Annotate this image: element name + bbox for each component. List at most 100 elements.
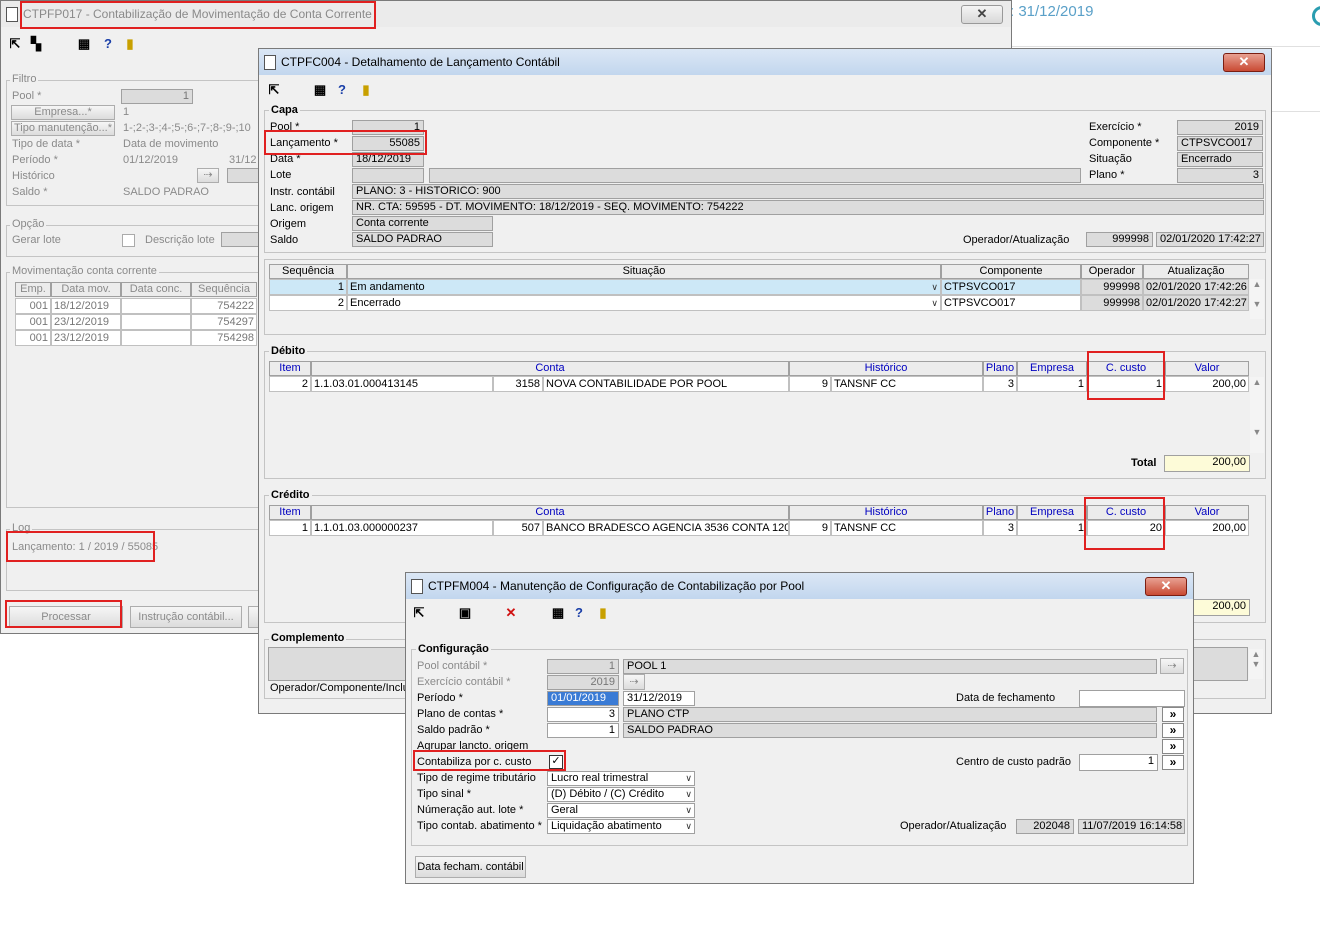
window-ctpfm004-titlebar[interactable]: CTPFM004 - Manutenção de Configuração de… [406, 573, 1193, 599]
pool-lookup-button[interactable]: ⇢ [1160, 658, 1184, 674]
table-cell[interactable]: 20 [1087, 520, 1165, 536]
regime-select[interactable]: Lucro real trimestral ∨ [547, 771, 695, 786]
close-button[interactable]: ✕ [1223, 53, 1265, 72]
window-ctpfc004-titlebar[interactable]: CTPFC004 - Detalhamento de Lançamento Co… [259, 49, 1271, 75]
door-icon[interactable]: ▮ [359, 83, 373, 97]
ledger-header[interactable]: Conta [311, 361, 789, 376]
save-icon[interactable]: ▣ [458, 606, 472, 620]
table-cell[interactable]: 999998 [1081, 279, 1143, 295]
sit-header-sequencia[interactable]: Sequência [269, 264, 347, 279]
table-cell[interactable]: 23/12/2019 [51, 330, 121, 346]
historico-lookup-button[interactable]: ⇢ [197, 168, 219, 183]
table-cell[interactable] [121, 314, 191, 330]
saldo-input[interactable]: SALDO PADRAO [352, 232, 493, 247]
close-button[interactable]: ✕ [961, 5, 1003, 24]
operador-input[interactable]: 202048 [1016, 819, 1074, 834]
table-cell[interactable]: 3 [983, 520, 1017, 536]
table-cell[interactable]: 9 [789, 520, 831, 536]
table-cell[interactable]: 1 [269, 520, 311, 536]
table-cell[interactable]: 2 [269, 295, 347, 311]
table-cell[interactable]: 23/12/2019 [51, 314, 121, 330]
situacao-input[interactable]: Encerrado [1177, 152, 1263, 167]
table-cell[interactable]: 9 [789, 376, 831, 392]
lanc-origem-input[interactable]: NR. CTA: 59595 - DT. MOVIMENTO: 18/12/20… [352, 200, 1264, 215]
pool-contabil-input[interactable]: 1 [547, 659, 619, 674]
table-cell[interactable]: 18/12/2019 [51, 298, 121, 314]
descricao-lote-input[interactable] [221, 232, 261, 247]
agrupar-lookup-button[interactable]: » [1162, 739, 1184, 754]
sinal-select[interactable]: (D) Débito / (C) Crédito ∨ [547, 787, 695, 802]
door-icon[interactable]: ▮ [123, 37, 137, 51]
atualizacao-input[interactable]: 11/07/2019 16:14:58 [1078, 819, 1185, 834]
table-cell[interactable]: 001 [15, 298, 51, 314]
table-cell[interactable]: CTPSVCO017 [941, 295, 1081, 311]
exit-icon[interactable]: ⇱ [267, 83, 281, 97]
contabiliza-ccusto-checkbox[interactable]: ✓ [549, 755, 563, 769]
table-cell[interactable]: 3 [983, 376, 1017, 392]
table-cell[interactable]: 200,00 [1165, 376, 1249, 392]
table-cell[interactable]: Em andamento ∨ [347, 279, 941, 295]
table-cell[interactable]: NOVA CONTABILIDADE POR POOL [543, 376, 789, 392]
mov-header-sequencia[interactable]: Sequência [191, 282, 257, 297]
plano-input[interactable]: 3 [1177, 168, 1263, 183]
table-cell[interactable]: 754297 [191, 314, 257, 330]
mov-header-data-conc[interactable]: Data conc. [121, 282, 191, 297]
exercicio-input[interactable]: 2019 [1177, 120, 1263, 135]
centro-custo-input[interactable]: 1 [1079, 754, 1158, 771]
table-cell[interactable]: 999998 [1081, 295, 1143, 311]
ledger-header[interactable]: Empresa [1017, 505, 1087, 520]
exercicio-contabil-input[interactable]: 2019 [547, 675, 619, 690]
table-cell[interactable]: 1 [1017, 376, 1087, 392]
sit-scrollbar[interactable]: ▲ ▼ [1250, 279, 1264, 319]
ledger-header[interactable]: Plano [983, 361, 1017, 376]
table-cell[interactable]: 1.1.01.03.000000237 [311, 520, 493, 536]
atualizacao-input[interactable]: 02/01/2020 17:42:27 [1156, 232, 1264, 247]
ledger-header[interactable]: C. custo [1087, 505, 1165, 520]
table-cell[interactable]: 1 [269, 279, 347, 295]
window-ctpfp017-titlebar[interactable]: CTPFP017 - Contabilização de Movimentaçã… [1, 1, 1011, 27]
delete-icon[interactable]: ✕ [504, 606, 518, 620]
ledger-header[interactable]: Valor [1165, 505, 1249, 520]
complemento-scrollbar[interactable]: ▲ ▼ [1249, 649, 1263, 679]
sit-header-atualizacao[interactable]: Atualização [1143, 264, 1249, 279]
door-icon[interactable]: ▮ [596, 606, 610, 620]
ledger-header[interactable]: Empresa [1017, 361, 1087, 376]
saldo-lookup-button[interactable]: » [1162, 723, 1184, 738]
table-cell[interactable]: 2 [269, 376, 311, 392]
windows-icon[interactable]: ▚ [29, 37, 43, 51]
table-cell[interactable]: 1.1.03.01.000413145 [311, 376, 493, 392]
table-cell[interactable]: 02/01/2020 17:42:26 [1143, 279, 1249, 295]
pool-input[interactable]: 1 [352, 120, 424, 135]
table-cell[interactable]: 1 [1017, 520, 1087, 536]
help-icon[interactable]: ? [572, 606, 586, 620]
grid-icon[interactable]: ▦ [551, 606, 565, 620]
sit-header-situacao[interactable]: Situação [347, 264, 941, 279]
exercicio-lookup-button[interactable]: ⇢ [623, 674, 645, 690]
table-cell[interactable]: BANCO BRADESCO AGENCIA 3536 CONTA 12094 [543, 520, 789, 536]
table-cell[interactable]: 3158 [493, 376, 543, 392]
lote-input[interactable] [352, 168, 424, 183]
close-button[interactable]: ✕ [1145, 577, 1187, 596]
processar-button[interactable]: Processar [9, 606, 123, 628]
table-cell[interactable]: 200,00 [1165, 520, 1249, 536]
table-cell[interactable]: 754298 [191, 330, 257, 346]
periodo-from-input[interactable]: 01/01/2019 [547, 691, 619, 706]
table-cell[interactable]: 001 [15, 314, 51, 330]
data-fechamento-contabil-button[interactable]: Data fecham. contábil [415, 856, 526, 878]
instr-contabil-input[interactable]: PLANO: 3 - HISTORICO: 900 [352, 184, 1264, 199]
periodo-to-input[interactable]: 31/12/2019 [623, 691, 695, 706]
mov-header-emp[interactable]: Emp. [15, 282, 51, 297]
empresa-button[interactable]: Empresa...* [11, 105, 115, 120]
help-icon[interactable]: ? [335, 83, 349, 97]
saldo-value[interactable]: SALDO PADRAO [123, 186, 209, 198]
abatimento-select[interactable]: Liquidação abatimento ∨ [547, 819, 695, 834]
ledger-header[interactable]: Conta [311, 505, 789, 520]
table-cell[interactable] [121, 330, 191, 346]
pool-input[interactable]: 1 [121, 89, 193, 104]
saldo-padrao-input[interactable]: 1 [547, 723, 619, 738]
exit-icon[interactable]: ⇱ [8, 37, 22, 51]
table-cell[interactable] [121, 298, 191, 314]
ledger-header[interactable]: Histórico [789, 361, 983, 376]
sit-header-operador[interactable]: Operador [1081, 264, 1143, 279]
numeracao-select[interactable]: Geral ∨ [547, 803, 695, 818]
